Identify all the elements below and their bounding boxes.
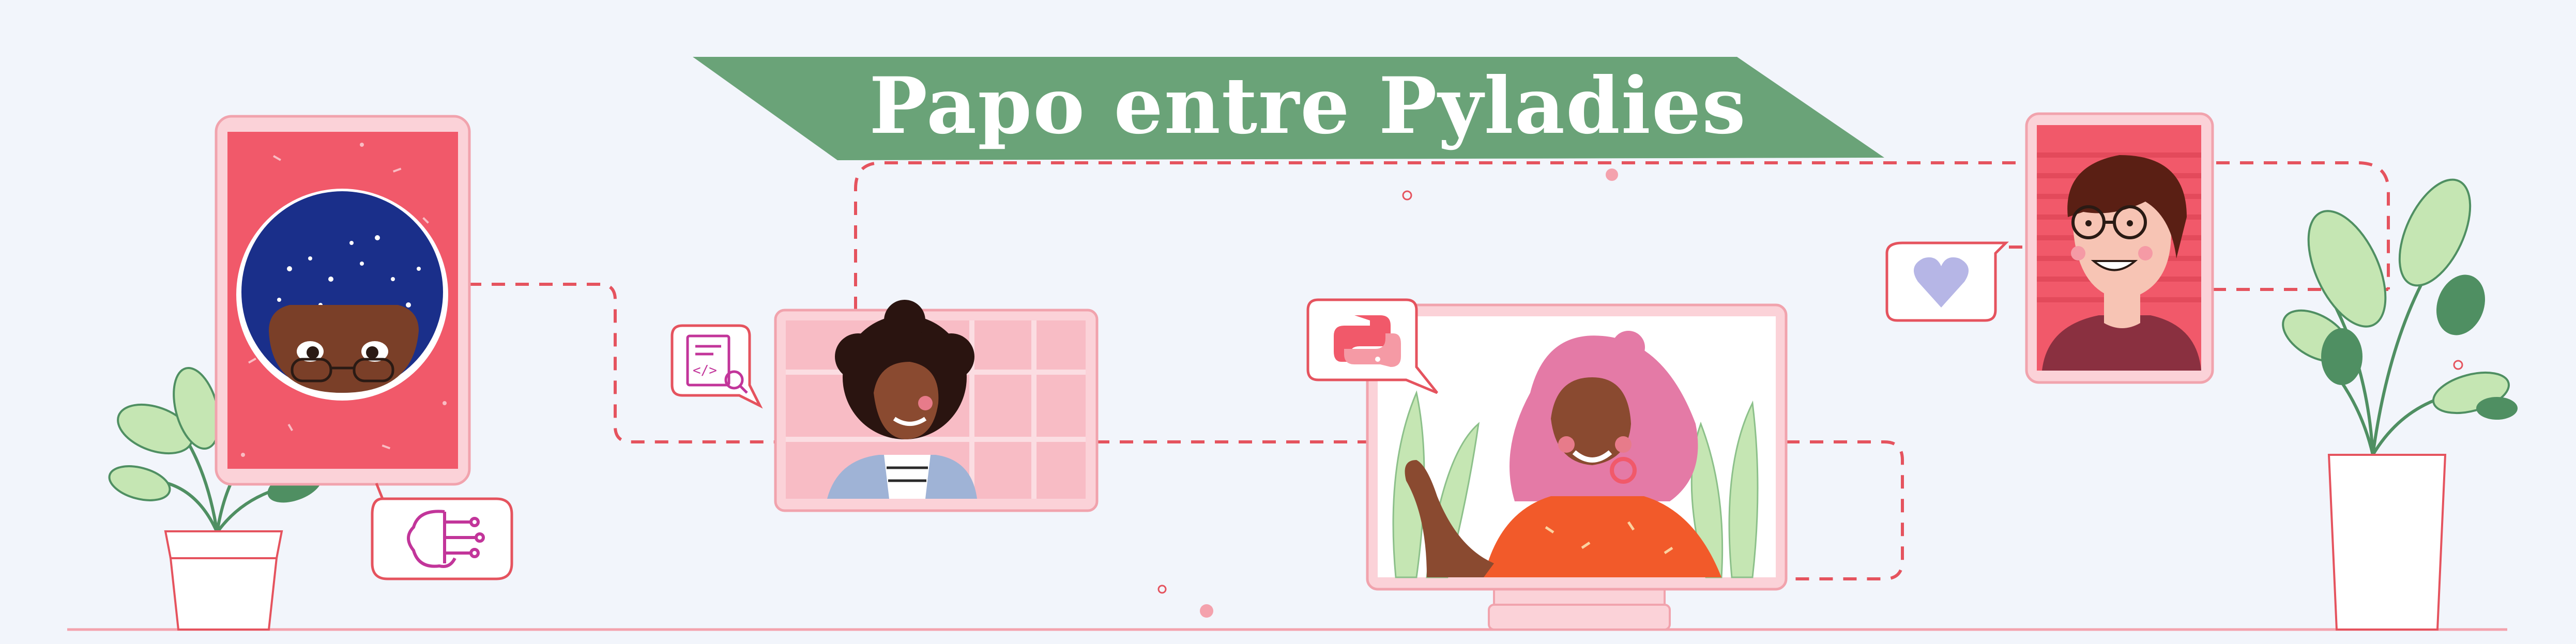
heart-bubble	[1885, 241, 2009, 322]
decor-dot	[1200, 604, 1213, 618]
decor-dot	[2453, 360, 2463, 370]
video-frame-1	[215, 115, 471, 486]
decor-dot	[1402, 190, 1412, 201]
video-frame-3	[1366, 303, 1788, 631]
decor-dot	[1606, 168, 1618, 181]
svg-text:</>: </>	[693, 363, 717, 378]
page-title: Papo entre Pyladies	[869, 60, 1747, 151]
video-frame-4	[2025, 112, 2214, 384]
video-frame-2	[774, 300, 1099, 512]
brain-chat-bubble	[371, 483, 513, 580]
right-plant	[2282, 178, 2518, 631]
decor-dot	[1157, 585, 1167, 594]
python-bubble	[1306, 298, 1438, 394]
code-bubble: </>	[670, 324, 763, 409]
